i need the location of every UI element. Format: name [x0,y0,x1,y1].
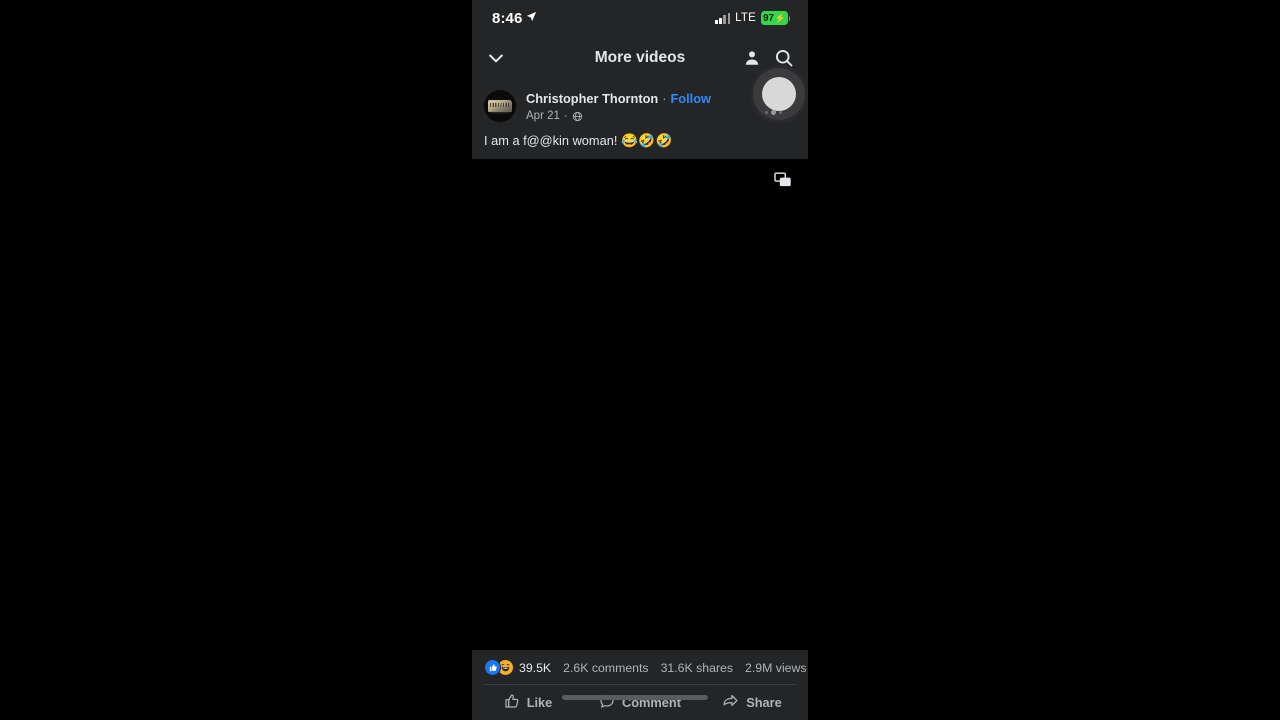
post-author-row: Christopher Thornton · Follow Apr 21 · [484,90,796,123]
video-player[interactable] [472,159,808,659]
view-count: 2.9M views [745,660,807,675]
follow-button[interactable]: Follow [670,91,711,107]
post-emojis: 😂🤣🤣 [620,133,673,148]
charging-bolt-icon: ⚡ [774,12,786,23]
search-icon[interactable] [774,48,794,68]
nav-left-group [486,48,506,68]
stats-row: 39.5K 2.6K comments 31.6K shares 2.9M vi… [472,650,808,684]
record-bubble-inner [762,77,796,111]
post-subline: Apr 21 · [526,109,796,123]
cellular-signal-icon [715,12,731,24]
like-label: Like [526,694,553,710]
status-bar-right: LTE 97 ⚡ [715,11,790,25]
location-arrow-icon [526,9,537,27]
chevron-down-icon[interactable] [486,48,506,68]
comment-bubble-icon [599,693,615,712]
like-button[interactable]: Like [472,693,584,712]
drag-handle-dots [765,110,782,115]
person-icon[interactable] [743,49,761,67]
subline-separator: · [563,110,568,122]
network-label: LTE [735,12,756,24]
engagement-bar: 39.5K 2.6K comments 31.6K shares 2.9M vi… [472,650,808,720]
post-text: I am a f@@kin woman! 😂🤣🤣 [484,132,796,149]
reactions-group[interactable]: 39.5K [484,659,551,676]
reaction-icons [484,659,514,676]
screen-root: 8:46 LTE 97 ⚡ More videos Christopher Th… [0,0,1280,720]
battery-percent: 97 [763,12,774,24]
comment-button[interactable]: Comment [584,693,696,712]
picture-in-picture-icon[interactable] [770,167,794,191]
post-text-body: I am a f@@kin woman! [484,133,618,148]
thumbs-up-icon [504,693,520,712]
action-row: Like Comment Share [472,685,808,720]
status-bar: 8:46 LTE 97 ⚡ [472,0,808,36]
nav-right-group [743,48,794,68]
navigation-bar: More videos [472,36,808,80]
comment-label: Comment [621,694,681,710]
comment-count[interactable]: 2.6K comments [563,661,648,675]
status-bar-left: 8:46 [492,9,537,27]
globe-icon[interactable] [572,111,583,122]
battery-indicator: 97 ⚡ [761,11,790,25]
phone-screen: 8:46 LTE 97 ⚡ More videos Christopher Th… [472,0,808,720]
share-button[interactable]: Share [696,692,808,712]
share-arrow-icon [722,692,739,712]
post-date: Apr 21 [526,110,560,122]
battery-cap [788,15,790,21]
share-count[interactable]: 31.6K shares [661,661,733,675]
share-label: Share [746,694,782,710]
author-separator: · [662,91,667,106]
avatar[interactable] [484,90,516,122]
thumbs-up-reaction-icon [484,659,501,676]
status-time: 8:46 [492,9,523,27]
reaction-count: 39.5K [519,660,552,675]
author-name[interactable]: Christopher Thornton [526,91,658,107]
